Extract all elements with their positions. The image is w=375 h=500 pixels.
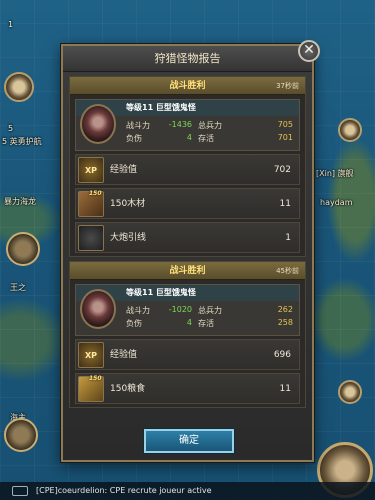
map-label: 暴力海龙 <box>4 197 36 206</box>
monster-name: 等级11 巨型饿鬼怪 <box>126 103 196 112</box>
map-label: 5 英勇护航 <box>2 137 42 146</box>
wounded-value: 4 <box>186 133 192 142</box>
dialog-title: 狩猎怪物报告 <box>63 46 312 72</box>
report-header: 战斗胜利 37秒前 <box>70 77 305 95</box>
confirm-button[interactable]: 确定 <box>144 429 234 453</box>
reward-row: XP 经验值 696 <box>75 339 300 370</box>
alive-label: 存活 <box>198 319 214 328</box>
monster-card: 等级11 巨型饿鬼怪 战斗力 -1436 总兵力 705 负伤 4 存活 701 <box>75 99 300 151</box>
amount-badge: 150 <box>89 190 102 197</box>
hunt-report-dialog: 狩猎怪物报告 ✕ 战斗胜利 37秒前 等级11 巨型饿鬼怪 战斗力 -1436 … <box>61 40 320 462</box>
close-button[interactable]: ✕ <box>298 40 320 62</box>
map-label: 1 <box>8 20 14 29</box>
battle-report: 战斗胜利 45秒前 等级11 巨型饿鬼怪 战斗力 -1020 总兵力 262 负… <box>69 261 306 408</box>
map-label: 5 <box>8 124 14 133</box>
wounded-label: 负伤 <box>126 134 142 143</box>
report-result: 战斗胜利 <box>169 266 206 276</box>
reward-row: 150 150粮食 11 <box>75 373 300 404</box>
reward-quantity: 1 <box>285 233 291 243</box>
alive-value: 701 <box>277 133 293 142</box>
power-label: 战斗力 <box>126 306 150 315</box>
reward-name: 150粮食 <box>110 384 146 394</box>
report-result: 战斗胜利 <box>169 81 206 91</box>
grain-icon: 150 <box>78 375 104 402</box>
exp-icon: XP <box>78 157 104 183</box>
monster-portrait-icon <box>80 104 116 144</box>
battle-report: 战斗胜利 37秒前 等级11 巨型饿鬼怪 战斗力 -1436 总兵力 705 负… <box>69 76 306 257</box>
reward-quantity: 11 <box>279 199 291 209</box>
report-time: 45秒前 <box>276 267 299 275</box>
map-label: 王之 <box>10 283 26 292</box>
alive-value: 258 <box>277 318 293 327</box>
reward-name: 大炮引线 <box>110 233 147 243</box>
side-menu-button[interactable] <box>6 232 40 266</box>
chat-bar[interactable]: [CPE]coeurdelion: CPE recrute joueur act… <box>0 482 375 500</box>
map-ship-marker[interactable] <box>338 118 362 142</box>
cannon-fuse-icon <box>78 225 104 251</box>
chat-icon <box>12 486 28 496</box>
reward-quantity: 11 <box>279 384 291 394</box>
chat-message: [CPE]coeurdelion: CPE recrute joueur act… <box>36 486 212 495</box>
reward-row: XP 经验值 702 <box>75 154 300 185</box>
wounded-label: 负伤 <box>126 319 142 328</box>
reward-quantity: 702 <box>273 165 291 175</box>
reward-quantity: 696 <box>273 350 291 360</box>
troops-value: 705 <box>277 120 293 129</box>
map-label: [Xin] 旗舰 <box>316 169 354 178</box>
troops-label: 总兵力 <box>198 121 222 130</box>
power-change: -1436 <box>168 120 192 129</box>
reward-name: 经验值 <box>110 165 138 175</box>
map-ship-marker[interactable] <box>4 72 34 102</box>
report-header: 战斗胜利 45秒前 <box>70 262 305 280</box>
map-ship-marker[interactable] <box>338 380 362 404</box>
power-change: -1020 <box>168 305 192 314</box>
reward-name: 150木材 <box>110 199 146 209</box>
report-list[interactable]: 战斗胜利 37秒前 等级11 巨型饿鬼怪 战斗力 -1436 总兵力 705 负… <box>69 76 306 416</box>
wood-icon: 150 <box>78 190 104 217</box>
alive-label: 存活 <box>198 134 214 143</box>
exp-icon: XP <box>78 342 104 368</box>
monster-name: 等级11 巨型饿鬼怪 <box>126 288 196 297</box>
monster-card: 等级11 巨型饿鬼怪 战斗力 -1020 总兵力 262 负伤 4 存活 258 <box>75 284 300 336</box>
close-icon: ✕ <box>303 42 315 58</box>
side-compass-button[interactable] <box>4 418 38 452</box>
battle-stats: 战斗力 -1436 总兵力 705 负伤 4 存活 701 <box>126 120 293 144</box>
amount-badge: 150 <box>89 375 102 382</box>
troops-value: 262 <box>277 305 293 314</box>
power-label: 战斗力 <box>126 121 150 130</box>
troops-label: 总兵力 <box>198 306 222 315</box>
reward-name: 经验值 <box>110 350 138 360</box>
monster-portrait-icon <box>80 289 116 329</box>
map-label: haydam <box>320 198 353 207</box>
wounded-value: 4 <box>186 318 192 327</box>
report-time: 37秒前 <box>276 82 299 90</box>
battle-stats: 战斗力 -1020 总兵力 262 负伤 4 存活 258 <box>126 305 293 329</box>
reward-row: 大炮引线 1 <box>75 222 300 253</box>
reward-row: 150 150木材 11 <box>75 188 300 219</box>
